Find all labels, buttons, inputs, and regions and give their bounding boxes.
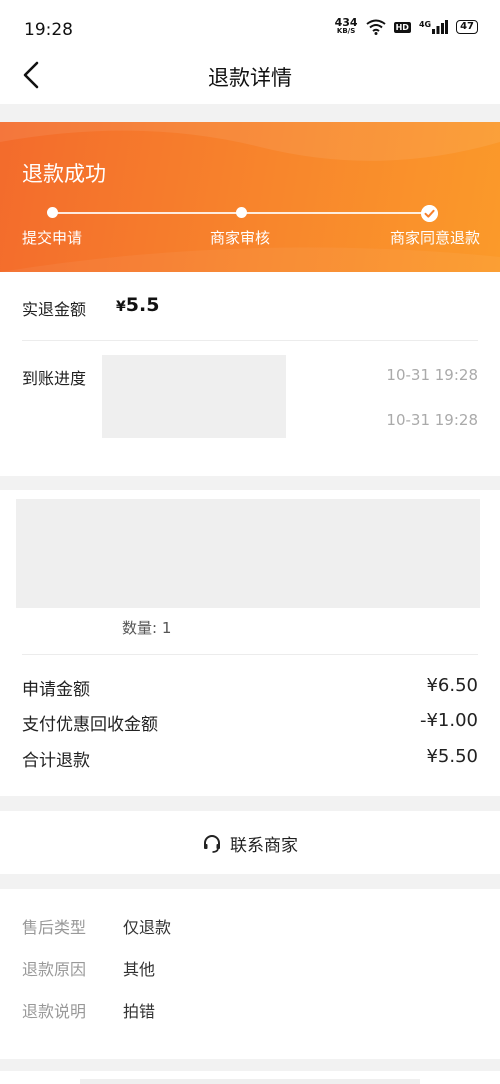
nav-bar: 退款详情 bbox=[0, 48, 500, 104]
status-icons: 434 KB/S HD 4G 47 bbox=[334, 16, 478, 36]
page-title: 退款详情 bbox=[208, 66, 292, 90]
step-label-approved: 商家同意退款 bbox=[389, 229, 480, 247]
after-sale-details-card: 售后类型 仅退款 退款原因 其他 退款说明 拍错 bbox=[0, 889, 500, 1059]
arrival-time-1: 10-31 19:28 bbox=[386, 366, 478, 384]
divider bbox=[22, 340, 478, 341]
banner-wave-decoration bbox=[0, 122, 500, 272]
refund-note-value: 拍错 bbox=[123, 1002, 156, 1021]
quantity-text: 数量: 1 bbox=[122, 619, 172, 637]
progress-dot-step1 bbox=[47, 207, 58, 218]
signal-icon bbox=[432, 20, 449, 34]
currency-symbol: ¥ bbox=[116, 299, 126, 315]
next-card-placeholder bbox=[80, 1079, 420, 1084]
check-icon bbox=[421, 205, 438, 222]
next-card-partial bbox=[0, 1071, 500, 1084]
contact-merchant-button[interactable]: 联系商家 bbox=[0, 831, 500, 856]
apply-amount-label: 申请金额 bbox=[22, 680, 90, 700]
headset-icon bbox=[204, 834, 220, 853]
network-speed: 434 KB/S bbox=[334, 16, 358, 36]
arrival-progress-placeholder bbox=[102, 355, 286, 438]
step-label-submit: 提交申请 bbox=[22, 229, 83, 247]
actual-refund-amount: ¥5.5 bbox=[116, 294, 159, 316]
refund-note-label: 退款说明 bbox=[22, 1002, 87, 1021]
refund-summary-card: 实退金额 ¥5.5 到账进度 10-31 19:28 10-31 19:28 bbox=[0, 272, 500, 476]
product-card: 数量: 1 申请金额 ¥6.50 支付优惠回收金额 -¥1.00 合计退款 ¥5… bbox=[0, 490, 500, 796]
after-sale-type-label: 售后类型 bbox=[22, 918, 87, 937]
arrival-time-2: 10-31 19:28 bbox=[386, 411, 478, 429]
refund-reason-value: 其他 bbox=[123, 960, 156, 979]
progress-dot-step2 bbox=[236, 207, 247, 218]
total-refund-value: ¥5.50 bbox=[426, 746, 478, 767]
refund-status-banner: 退款成功 提交申请 商家审核 商家同意退款 bbox=[0, 122, 500, 272]
network-speed-unit: KB/S bbox=[336, 27, 356, 35]
after-sale-type-value: 仅退款 bbox=[123, 918, 172, 937]
step-label-review: 商家审核 bbox=[210, 229, 271, 247]
battery-indicator: 47 bbox=[456, 20, 478, 34]
product-image-placeholder[interactable] bbox=[16, 499, 480, 608]
signal: 4G bbox=[418, 20, 449, 34]
apply-amount-value: ¥6.50 bbox=[426, 675, 478, 696]
network-speed-value: 434 bbox=[334, 16, 358, 29]
hd-badge: HD bbox=[393, 21, 411, 33]
actual-refund-label: 实退金额 bbox=[22, 300, 87, 319]
divider bbox=[22, 654, 478, 655]
contact-merchant-card: 联系商家 bbox=[0, 811, 500, 874]
network-type: 4G bbox=[418, 20, 432, 29]
actual-refund-value: 5.5 bbox=[125, 294, 160, 316]
discount-recovery-value: -¥1.00 bbox=[419, 710, 478, 731]
refund-status-title: 退款成功 bbox=[22, 162, 106, 186]
arrival-progress-label: 到账进度 bbox=[22, 369, 87, 388]
total-refund-label: 合计退款 bbox=[22, 751, 90, 771]
refund-reason-label: 退款原因 bbox=[22, 960, 87, 979]
wifi-icon bbox=[365, 19, 386, 35]
status-time: 19:28 bbox=[24, 20, 73, 40]
contact-merchant-label: 联系商家 bbox=[230, 836, 298, 856]
discount-recovery-label: 支付优惠回收金额 bbox=[22, 715, 158, 735]
